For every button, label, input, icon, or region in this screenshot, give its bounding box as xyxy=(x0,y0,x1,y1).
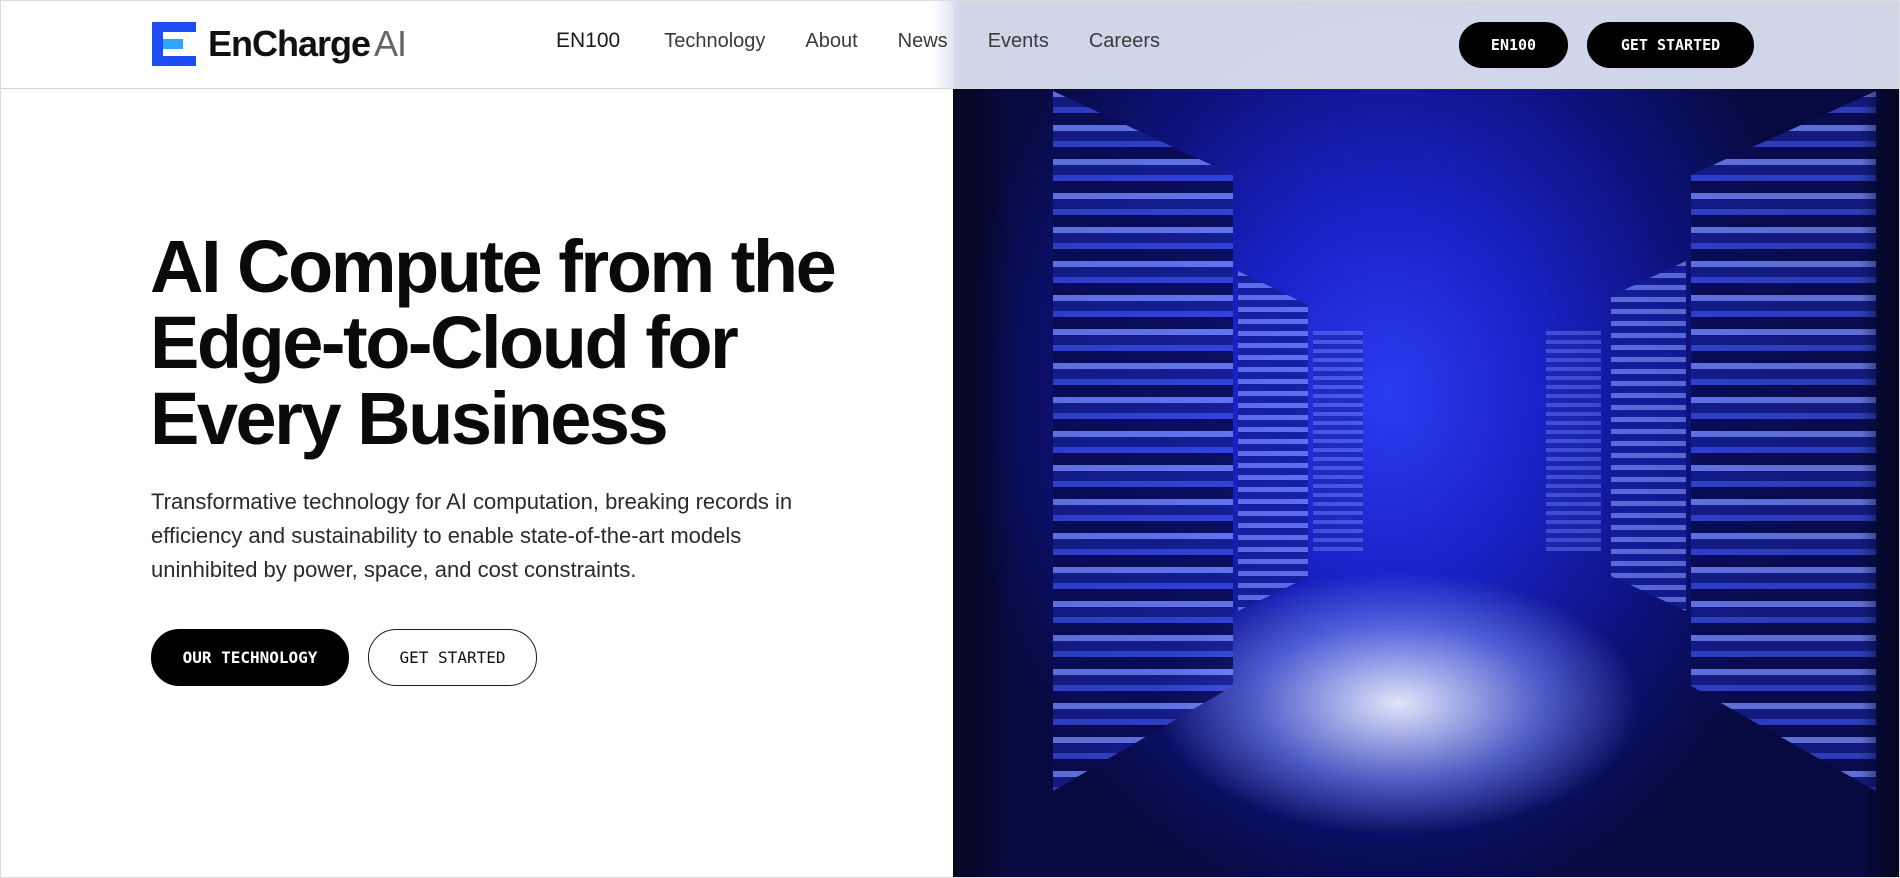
encharge-logo-icon xyxy=(152,22,196,66)
our-technology-button[interactable]: OUR TECHNOLOGY xyxy=(151,629,349,686)
server-rack-right-far xyxy=(1546,331,1601,551)
hero-subtext: Transformative technology for AI computa… xyxy=(151,489,793,582)
en100-button[interactable]: EN100 xyxy=(1459,22,1568,68)
nav-item-about[interactable]: About xyxy=(805,30,857,53)
site-header: EnCharge AI EN100 Technology About News … xyxy=(1,1,1899,89)
image-shadow-left xyxy=(953,1,1013,877)
image-shadow-right xyxy=(1861,1,1899,877)
server-rack-right-mid xyxy=(1611,261,1686,611)
hero-image xyxy=(953,1,1899,877)
server-rack-left xyxy=(1053,91,1233,791)
main-nav: EN100 Technology About News Events Caree… xyxy=(556,29,1200,53)
header-get-started-button[interactable]: GET STARTED xyxy=(1587,22,1754,68)
server-rack-right xyxy=(1691,91,1876,791)
server-rack-left-far xyxy=(1313,331,1363,551)
nav-item-technology[interactable]: Technology xyxy=(664,30,765,53)
page: EnCharge AI EN100 Technology About News … xyxy=(0,0,1900,878)
nav-item-events[interactable]: Events xyxy=(988,30,1049,53)
brand-logo[interactable]: EnCharge AI xyxy=(152,22,407,66)
nav-item-news[interactable]: News xyxy=(898,30,948,53)
nav-item-en100[interactable]: EN100 xyxy=(556,29,620,53)
nav-item-careers[interactable]: Careers xyxy=(1089,30,1160,53)
brand-suffix: AI xyxy=(374,23,407,64)
hero-get-started-button[interactable]: GET STARTED xyxy=(368,629,537,686)
hero-headline: AI Compute from the Edge-to-Cloud for Ev… xyxy=(150,225,837,460)
server-rack-left-mid xyxy=(1238,271,1308,611)
brand-name: EnCharge xyxy=(208,23,371,64)
